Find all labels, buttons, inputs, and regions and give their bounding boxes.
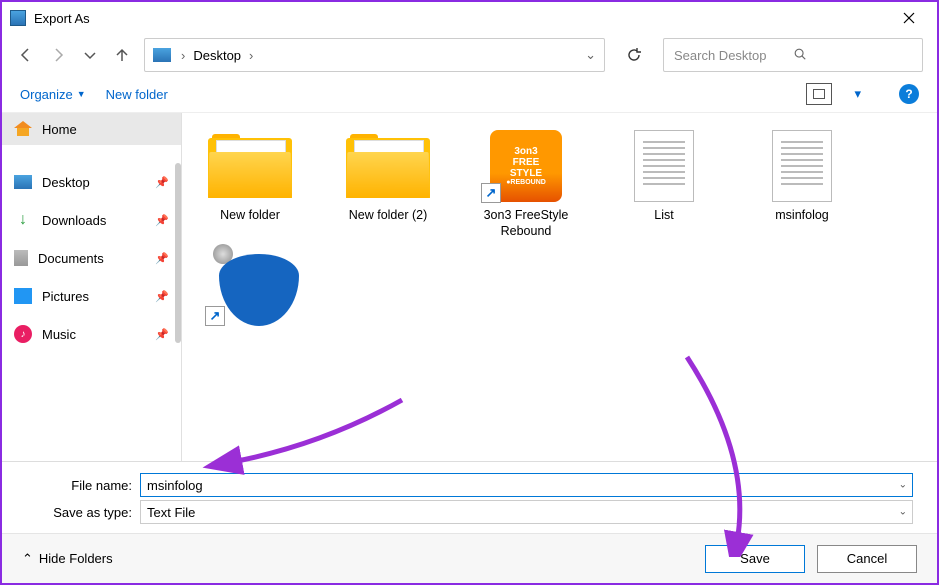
- music-icon: ♪: [14, 325, 32, 343]
- app-icon: [10, 10, 26, 26]
- textfile-item[interactable]: msinfolog: [742, 125, 862, 244]
- shortcut-arrow-icon: ↗: [205, 306, 225, 326]
- pin-icon: 📌: [155, 176, 169, 189]
- chevron-up-icon: ⌃: [22, 551, 33, 567]
- new-folder-button[interactable]: New folder: [106, 87, 168, 102]
- textfile-item[interactable]: List: [604, 125, 724, 244]
- footer: ⌃ Hide Folders Save Cancel: [2, 533, 937, 583]
- file-fields: File name: ⌄ Save as type: Text File ⌄: [2, 461, 937, 533]
- pictures-icon: [14, 288, 32, 304]
- filetype-label: Save as type:: [30, 505, 140, 520]
- pin-icon: 📌: [155, 328, 169, 341]
- view-options-button[interactable]: [806, 83, 832, 105]
- folder-item[interactable]: New folder (2): [328, 125, 448, 244]
- pin-icon: 📌: [155, 214, 169, 227]
- pin-icon: 📌: [155, 252, 169, 265]
- save-button[interactable]: Save: [705, 545, 805, 573]
- sidebar-item-documents[interactable]: Documents 📌: [2, 239, 181, 277]
- toolbar: Organize ▼ New folder ▾ ?: [2, 76, 937, 112]
- refresh-button[interactable]: [617, 38, 651, 72]
- breadcrumbs: › Desktop ›: [181, 48, 585, 63]
- close-button[interactable]: [889, 4, 929, 32]
- sidebar: Home Desktop 📌 ↓ Downloads 📌 Documents 📌…: [2, 113, 182, 461]
- window-title: Export As: [34, 11, 889, 26]
- address-bar[interactable]: › Desktop › ⌄: [144, 38, 605, 72]
- textfile-icon: [772, 130, 832, 202]
- chevron-down-icon[interactable]: ⌄: [585, 47, 596, 63]
- sidebar-item-downloads[interactable]: ↓ Downloads 📌: [2, 201, 181, 239]
- back-button[interactable]: [16, 45, 36, 65]
- sidebar-item-pictures[interactable]: Pictures 📌: [2, 277, 181, 315]
- sidebar-item-home[interactable]: Home: [2, 113, 181, 145]
- export-as-dialog: Export As › Desktop › ⌄: [0, 0, 939, 585]
- navigation-row: › Desktop › ⌄ Search Desktop: [2, 34, 937, 76]
- up-button[interactable]: [112, 45, 132, 65]
- search-icon: [793, 47, 912, 64]
- home-icon: [14, 121, 32, 137]
- organize-menu[interactable]: Organize ▼: [20, 87, 86, 102]
- pin-icon: 📌: [155, 290, 169, 303]
- file-list: New folder New folder (2) 3on3FREESTYLE●…: [182, 113, 937, 461]
- titlebar: Export As: [2, 2, 937, 34]
- caret-down-icon: ▼: [77, 89, 86, 99]
- breadcrumb-segment[interactable]: Desktop: [193, 48, 241, 63]
- cancel-button[interactable]: Cancel: [817, 545, 917, 573]
- desktop-icon: [14, 175, 32, 189]
- documents-icon: [14, 250, 28, 266]
- body: Home Desktop 📌 ↓ Downloads 📌 Documents 📌…: [2, 112, 937, 461]
- chevron-right-icon: ›: [181, 48, 185, 63]
- sidebar-scrollbar[interactable]: [175, 163, 181, 343]
- search-placeholder: Search Desktop: [674, 48, 793, 63]
- chevron-right-icon: ›: [249, 48, 253, 63]
- folder-item[interactable]: New folder: [190, 125, 310, 244]
- shortcut-item[interactable]: ↗: [190, 248, 310, 366]
- shortcut-arrow-icon: ↗: [481, 183, 501, 203]
- sidebar-item-music[interactable]: ♪ Music 📌: [2, 315, 181, 353]
- help-button[interactable]: ?: [899, 84, 919, 104]
- textfile-icon: [634, 130, 694, 202]
- hide-folders-button[interactable]: ⌃ Hide Folders: [22, 551, 113, 567]
- search-input[interactable]: Search Desktop: [663, 38, 923, 72]
- downloads-icon: ↓: [14, 211, 32, 229]
- filetype-select[interactable]: Text File: [140, 500, 913, 524]
- shortcut-item[interactable]: 3on3FREESTYLE●REBOUND ↗ 3on3 FreeStyle R…: [466, 125, 586, 244]
- recent-locations-button[interactable]: [80, 45, 100, 65]
- desktop-location-icon: [153, 48, 171, 62]
- sidebar-item-desktop[interactable]: Desktop 📌: [2, 163, 181, 201]
- filename-input[interactable]: [140, 473, 913, 497]
- filename-label: File name:: [30, 478, 140, 493]
- view-options-caret[interactable]: ▾: [854, 86, 861, 102]
- forward-button[interactable]: [48, 45, 68, 65]
